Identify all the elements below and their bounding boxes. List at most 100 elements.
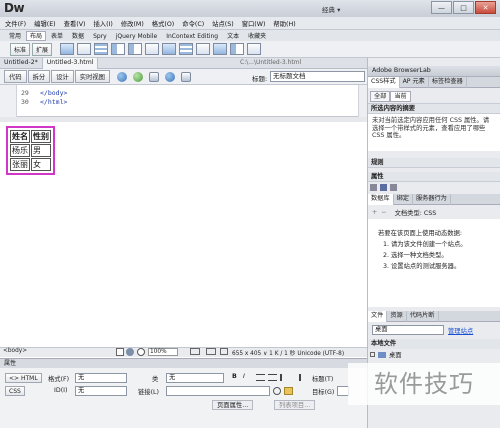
ordered-list-icon[interactable]	[268, 374, 277, 381]
menu-commands[interactable]: 命令(C)	[182, 19, 204, 28]
set-properties-icon[interactable]	[390, 184, 397, 191]
workspace-switcher[interactable]: 经典 ▾	[322, 4, 340, 14]
insert-tab-common[interactable]: 常用	[5, 31, 25, 41]
menu-modify[interactable]: 修改(M)	[121, 19, 144, 28]
spry-accordion-icon[interactable]	[230, 43, 245, 55]
tab-css-styles[interactable]: CSS样式	[368, 76, 400, 88]
properties-section[interactable]: 属性	[368, 172, 500, 182]
doc-tab-untitled-3[interactable]: Untitled-3.html	[42, 57, 99, 69]
tab-tag-inspector[interactable]: 标签检查器	[429, 76, 467, 88]
design-view-button[interactable]: 设计	[51, 70, 74, 83]
indent-icon[interactable]	[292, 374, 301, 381]
selected-table[interactable]: 姓名 性别 杨乐 男 张丽 女	[6, 126, 55, 175]
menu-format[interactable]: 格式(O)	[152, 19, 174, 28]
browse-folder-icon[interactable]	[284, 387, 293, 395]
tab-all[interactable]: 全部	[370, 90, 391, 102]
insert-row-below-icon[interactable]	[128, 43, 143, 55]
spry-collapsible-icon[interactable]	[247, 43, 262, 55]
list-item-button[interactable]: 列表项目...	[274, 400, 316, 410]
spry-menu-icon[interactable]	[196, 43, 211, 55]
multiscreen-icon[interactable]	[116, 71, 127, 82]
code-view-button[interactable]: 代码	[4, 70, 27, 83]
tab-current[interactable]: 当前	[390, 90, 411, 102]
desktop-tree-item[interactable]: 桌面	[370, 350, 402, 359]
point-to-file-icon[interactable]	[273, 387, 281, 395]
zoom-tool-icon[interactable]	[137, 348, 145, 356]
id-select[interactable]: 无	[75, 386, 127, 396]
insert-tab-data[interactable]: 数据	[68, 31, 88, 41]
standard-mode-button[interactable]: 标准	[10, 42, 31, 56]
files-location-select[interactable]: 桌面	[372, 325, 444, 335]
spry-tabs-icon[interactable]	[213, 43, 228, 55]
insert-tab-jquery-mobile[interactable]: jQuery Mobile	[112, 31, 162, 41]
insert-frames-icon[interactable]	[179, 43, 194, 55]
tab-databases[interactable]: 数据库	[368, 193, 394, 205]
link-input[interactable]	[166, 386, 270, 396]
insert-table-icon[interactable]	[94, 43, 109, 55]
hand-tool-icon[interactable]	[126, 348, 134, 356]
menu-help[interactable]: 帮助(H)	[273, 19, 295, 28]
w3c-validation-icon[interactable]	[164, 71, 175, 82]
tablet-size-icon[interactable]	[206, 348, 216, 355]
alpha-view-icon[interactable]	[380, 184, 387, 191]
bold-button[interactable]: B	[232, 373, 237, 380]
doc-tab-untitled-2[interactable]: Untitled-2*	[0, 57, 43, 69]
mobile-size-icon[interactable]	[220, 348, 228, 355]
expand-icon[interactable]	[370, 352, 375, 357]
italic-button[interactable]: I	[243, 373, 245, 380]
insert-tab-layout[interactable]: 布局	[26, 30, 47, 41]
table-header-cell[interactable]: 姓名	[10, 130, 30, 143]
design-view[interactable]	[0, 122, 367, 347]
outdent-icon[interactable]	[280, 374, 289, 381]
tag-selector[interactable]: <body>	[3, 348, 27, 354]
manage-sites-link[interactable]: 管理站点	[448, 326, 473, 335]
css-mode-button[interactable]: CSS	[5, 386, 25, 396]
code-scrollbar[interactable]	[358, 85, 367, 117]
insert-ap-div-icon[interactable]	[77, 43, 92, 55]
page-properties-button[interactable]: 页面属性...	[212, 400, 254, 410]
tab-files[interactable]: 文件	[368, 310, 388, 322]
insert-div-icon[interactable]	[60, 43, 75, 55]
insert-tab-forms[interactable]: 表单	[47, 31, 67, 41]
tab-assets[interactable]: 资源	[387, 310, 407, 322]
table-header-cell[interactable]: 性别	[31, 130, 51, 143]
menu-edit[interactable]: 编辑(E)	[34, 19, 56, 28]
add-icon[interactable]: +	[372, 209, 377, 216]
table-cell[interactable]: 男	[31, 144, 51, 157]
live-view-button[interactable]: 实时视图	[74, 70, 110, 83]
file-management-icon[interactable]	[148, 71, 159, 82]
zoom-select[interactable]: 100%	[148, 348, 178, 356]
table-cell[interactable]: 张丽	[10, 158, 30, 171]
table-cell[interactable]: 杨乐	[10, 144, 30, 157]
html-mode-button[interactable]: <> HTML	[5, 373, 42, 383]
expanded-mode-button[interactable]: 扩展	[32, 42, 53, 56]
unordered-list-icon[interactable]	[256, 374, 265, 381]
tab-bindings[interactable]: 绑定	[394, 193, 413, 205]
visual-aids-icon[interactable]	[180, 71, 191, 82]
insert-tab-incontext[interactable]: InContext Editing	[162, 31, 222, 41]
menu-file[interactable]: 文件(F)	[5, 19, 26, 28]
split-view-button[interactable]: 拆分	[27, 70, 51, 83]
maximize-button[interactable]: □	[453, 1, 474, 14]
table-cell[interactable]: 女	[31, 158, 51, 171]
menu-window[interactable]: 窗口(W)	[242, 19, 266, 28]
browser-preview-icon[interactable]	[132, 71, 143, 82]
window-size-icon[interactable]	[190, 348, 200, 355]
browserlab-panel-header[interactable]: Adobe BrowserLab	[368, 66, 500, 77]
insert-iframe-icon[interactable]	[162, 43, 177, 55]
properties-header[interactable]: 属性	[0, 358, 367, 368]
format-select[interactable]: 无	[75, 373, 127, 383]
menu-view[interactable]: 查看(V)	[64, 19, 86, 28]
title-input[interactable]: 无标题文档	[270, 71, 365, 82]
close-button[interactable]: ✕	[475, 1, 496, 14]
category-view-icon[interactable]	[370, 184, 377, 191]
insert-tab-spry[interactable]: Spry	[89, 31, 111, 41]
remove-icon[interactable]: −	[381, 209, 386, 216]
minimize-button[interactable]: —	[431, 1, 452, 14]
tab-snippets[interactable]: 代码片断	[407, 310, 439, 322]
insert-column-icon[interactable]	[145, 43, 160, 55]
menu-insert[interactable]: 插入(I)	[93, 19, 112, 28]
tab-ap-elements[interactable]: AP 元素	[400, 76, 429, 88]
insert-row-above-icon[interactable]	[111, 43, 126, 55]
rules-section[interactable]: 规则	[368, 158, 500, 168]
